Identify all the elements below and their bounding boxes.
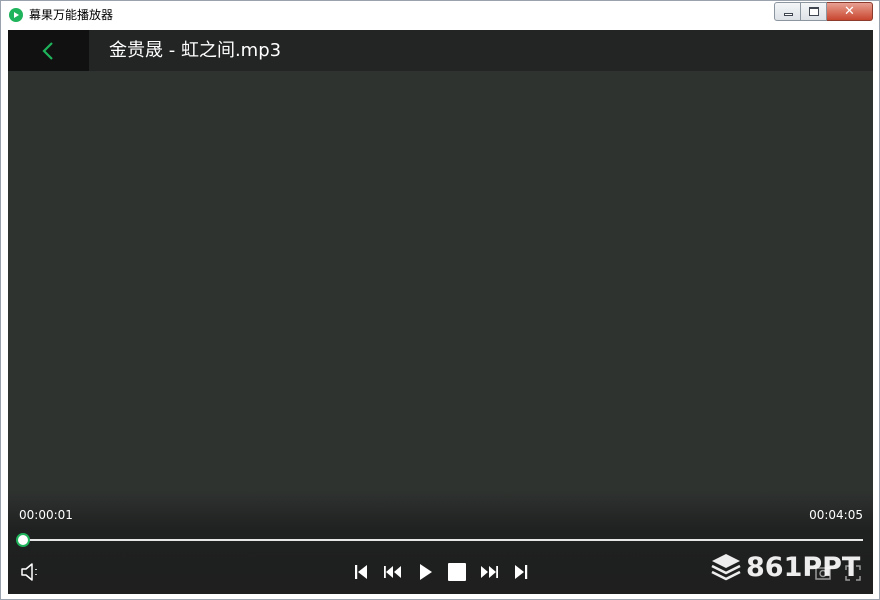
minimize-button[interactable] (774, 2, 801, 21)
fast-forward-button[interactable] (479, 562, 499, 582)
watermark-text: 861PPT (746, 551, 861, 583)
rewind-icon (384, 566, 401, 578)
skip-next-icon (515, 565, 528, 579)
player-header: 金贵晟 - 虹之间.mp3 (8, 30, 873, 71)
player-area: 金贵晟 - 虹之间.mp3 00:00:01 00:04:05 861PPT (8, 30, 873, 594)
fast-forward-icon (481, 566, 498, 578)
next-track-button[interactable] (511, 562, 531, 582)
app-logo-icon (9, 8, 23, 22)
previous-track-button[interactable] (351, 562, 371, 582)
play-icon (420, 564, 432, 580)
watermark: 861PPT (710, 550, 860, 584)
chevron-left-icon (42, 42, 53, 60)
total-time: 00:04:05 (809, 508, 863, 522)
media-title: 金贵晟 - 虹之间.mp3 (109, 40, 282, 61)
skip-previous-icon (355, 565, 367, 579)
play-button[interactable] (415, 562, 435, 582)
title-bar[interactable]: 幕果万能播放器 ✕ (1, 1, 879, 29)
progress-bar[interactable] (16, 533, 863, 547)
volume-button[interactable] (20, 562, 40, 582)
stop-button[interactable] (447, 562, 467, 582)
current-time: 00:00:01 (19, 508, 73, 522)
maximize-button[interactable] (801, 2, 827, 21)
rewind-button[interactable] (383, 562, 403, 582)
back-button[interactable] (8, 30, 89, 71)
close-button[interactable]: ✕ (827, 2, 873, 21)
video-canvas[interactable] (8, 71, 873, 501)
stop-icon (448, 563, 466, 581)
layers-icon (711, 554, 741, 581)
app-title: 幕果万能播放器 (29, 8, 114, 22)
volume-icon (21, 563, 37, 581)
window-controls: ✕ (774, 2, 873, 21)
app-window: 幕果万能播放器 ✕ 金贵晟 - 虹之间.mp3 00:00:01 00:04:0… (0, 0, 880, 600)
close-icon: ✕ (844, 4, 855, 19)
